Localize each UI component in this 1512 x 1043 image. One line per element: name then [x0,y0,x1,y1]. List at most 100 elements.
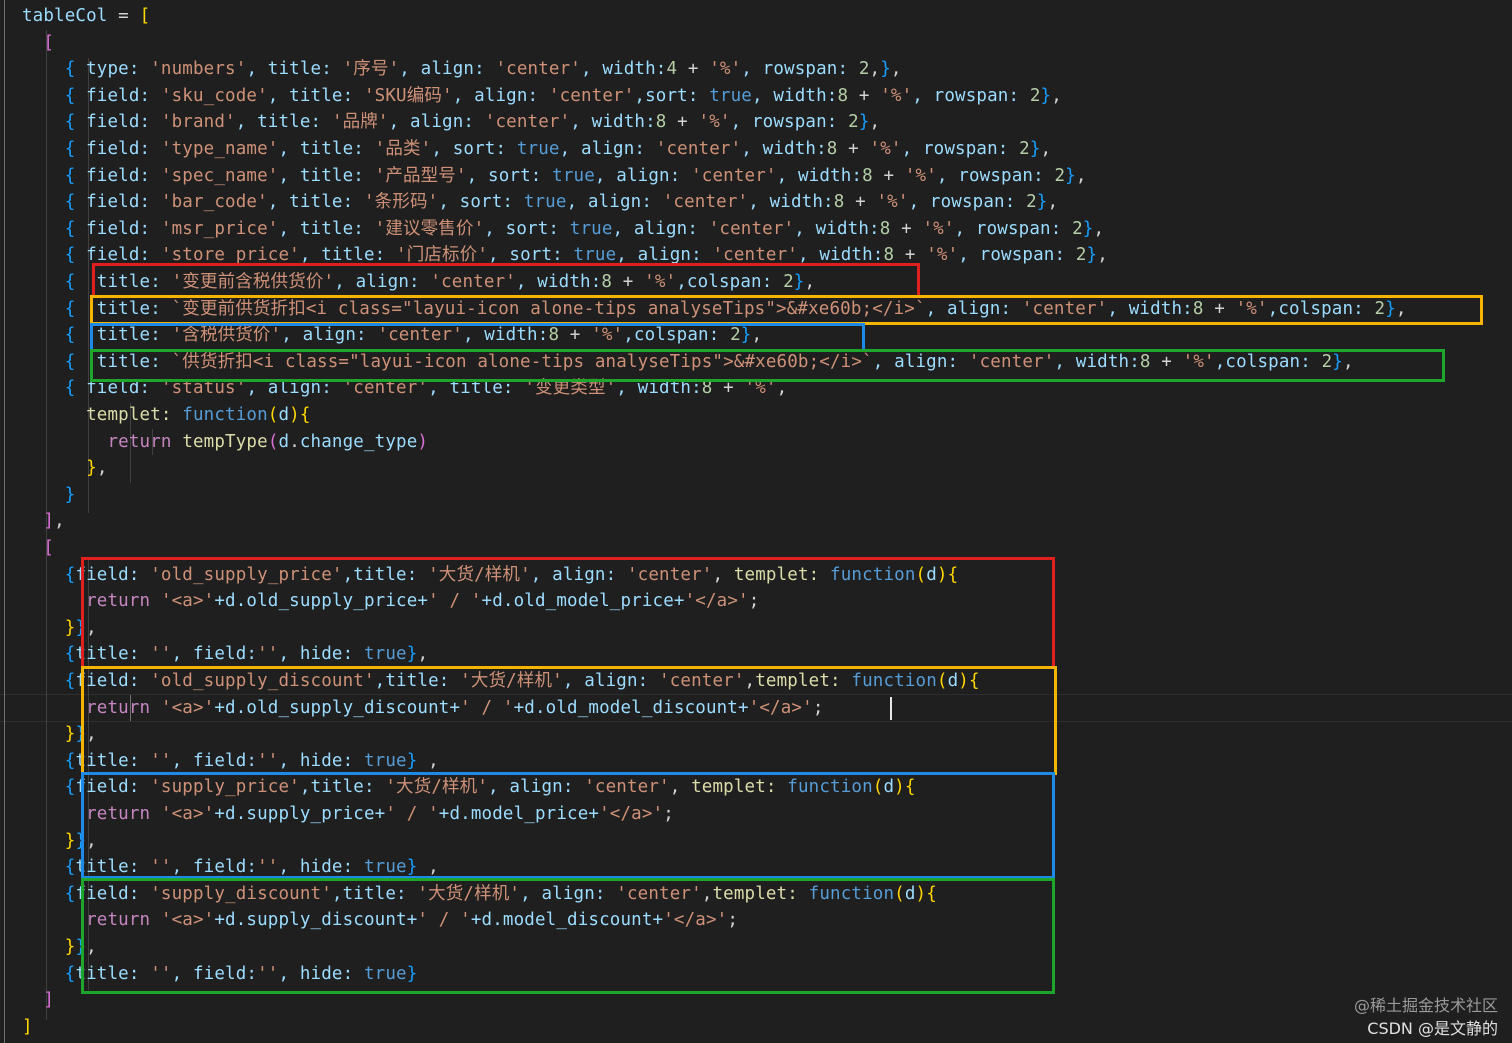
code-token: , [86,617,97,638]
code-token: return [86,697,151,718]
code-token: , width: [741,139,827,159]
text-cursor [890,697,892,720]
code-token: true [569,218,613,239]
code-token: , title: [267,85,364,106]
code-token: , width: [570,112,656,133]
code-line[interactable]: tableCol = [ [22,3,150,30]
code-line[interactable]: {field: 'old_supply_price',title: '大货/样机… [22,562,958,589]
code-line[interactable]: { title: '变更前含税供货价', align: 'center', wi… [22,269,815,296]
code-token: } [64,724,76,745]
code-line[interactable]: return tempType(d.change_type) [22,429,428,456]
code-token: , title: [299,245,397,266]
code-line[interactable]: {title: '', field:'', hide: true} , [22,854,439,881]
code-line[interactable]: }}, [22,828,97,855]
code-line[interactable]: {field: 'supply_discount',title: '大货/样机'… [22,881,937,908]
code-line[interactable]: {title: '', field:'', hide: true} , [22,748,439,775]
code-line[interactable]: {title: '', field:'', hide: true}, [22,641,428,668]
code-token: } [1332,351,1343,372]
code-token: { [64,139,76,159]
code-token: change_type [299,431,418,452]
code-token: return [86,910,151,931]
code-line[interactable]: { title: `变更前供货折扣<i class="layui-icon al… [22,296,1407,323]
code-token: , [712,564,734,585]
code-token: { [299,405,311,425]
code-token: '%' [876,192,909,213]
code-line[interactable]: return '<a>'+d.old_supply_price+' / '+d.… [22,588,759,615]
code-line[interactable]: {field: 'old_supply_discount',title: '大货… [22,668,980,695]
code-line[interactable]: return '<a>'+d.old_supply_discount+' / '… [22,695,824,722]
code-line[interactable]: { field: 'brand', title: '品牌', align: 'c… [22,109,880,136]
code-token: , [890,59,902,80]
code-token: { [64,245,76,266]
code-token: 'old_supply_price' [150,564,343,585]
code-line[interactable]: return '<a>'+d.supply_price+' / '+d.mode… [22,801,674,828]
code-line[interactable]: { title: '含税供货价', align: 'center', width… [22,322,762,349]
code-token: , hide: [278,750,364,771]
code-token: + [712,378,745,399]
code-token: { [64,112,76,133]
code-line[interactable]: { field: 'sku_code', title: 'SKU编码', ali… [22,83,1062,110]
code-token: function [808,883,895,904]
code-token: } [86,458,97,479]
code-token: '<a>' [160,804,215,824]
code-line[interactable]: { field: 'type_name', title: '品类', sort:… [22,136,1051,163]
code-line[interactable]: { field: 'msr_price', title: '建议零售价', so… [22,216,1104,243]
code-line[interactable]: ], [22,508,65,535]
code-token: '大货/样机' [460,671,563,691]
code-token: 'center' [662,192,749,213]
code-token: '序号' [342,59,400,80]
code-line[interactable]: return '<a>'+d.supply_discount+' / '+d.m… [22,907,738,934]
code-token: , [751,325,763,346]
code-token: ,colspan: [623,325,731,346]
code-token: '%' [869,139,902,159]
code-token: , title: [235,112,332,133]
code-line[interactable]: { title: `供货折扣<i class="layui-icon alone… [22,349,1354,376]
code-token: 2 [783,272,794,292]
code-token: '</a>' [748,697,813,718]
code-token: , align: [246,378,343,399]
code-line[interactable]: [ [22,535,54,562]
code-line[interactable]: { type: 'numbers', title: '序号', align: '… [22,56,902,83]
code-line[interactable]: {title: '', field:'', hide: true} [22,961,418,988]
code-token: { [64,325,76,346]
code-line[interactable]: {field: 'supply_price',title: '大货/样机', a… [22,774,916,801]
code-token: '品牌' [331,112,389,133]
code-line[interactable]: [ [22,30,54,57]
code-token: , [417,644,429,665]
code-token: , [869,112,881,133]
code-token: 'center' [655,139,742,159]
code-line[interactable]: }, [22,455,108,482]
code-token: . [289,431,300,452]
code-token: , [1342,351,1354,372]
code-token: title: [75,857,151,878]
code-token: 'supply_discount' [150,883,332,904]
code-line[interactable]: { field: 'spec_name', title: '产品型号', sor… [22,163,1087,190]
code-token: ) [958,671,969,691]
code-token: + [844,192,877,213]
code-line[interactable]: templet: function(d){ [22,402,311,429]
code-token: , [54,511,65,532]
code-token: '' [257,644,279,665]
code-token: , rowspan: [954,218,1073,239]
code-token: 'center' [616,883,702,904]
code-token: 2 [1072,218,1083,239]
code-line[interactable]: { field: 'status', align: 'center', titl… [22,375,787,402]
code-token: 'center' [584,777,670,798]
code-line[interactable]: { field: 'store_price', title: '门店标价', s… [22,242,1108,269]
code-line[interactable]: }}, [22,934,97,961]
code-line[interactable]: } [22,482,76,509]
code-token: , width: [751,85,838,106]
code-token: function [787,777,873,798]
code-token: ] [43,990,55,1011]
code-token: , [86,724,97,745]
code-line[interactable]: }}, [22,721,97,748]
code-token: , [96,458,108,479]
code-token: '<a>' [160,910,215,931]
code-line[interactable]: ] [22,987,54,1014]
code-editor[interactable]: tableCol = [ [ { type: 'numbers', title:… [0,0,1512,1043]
code-line[interactable]: ] [22,1014,33,1041]
code-line[interactable]: { field: 'bar_code', title: '条形码', sort:… [22,189,1058,216]
code-line[interactable]: }}, [22,615,97,642]
